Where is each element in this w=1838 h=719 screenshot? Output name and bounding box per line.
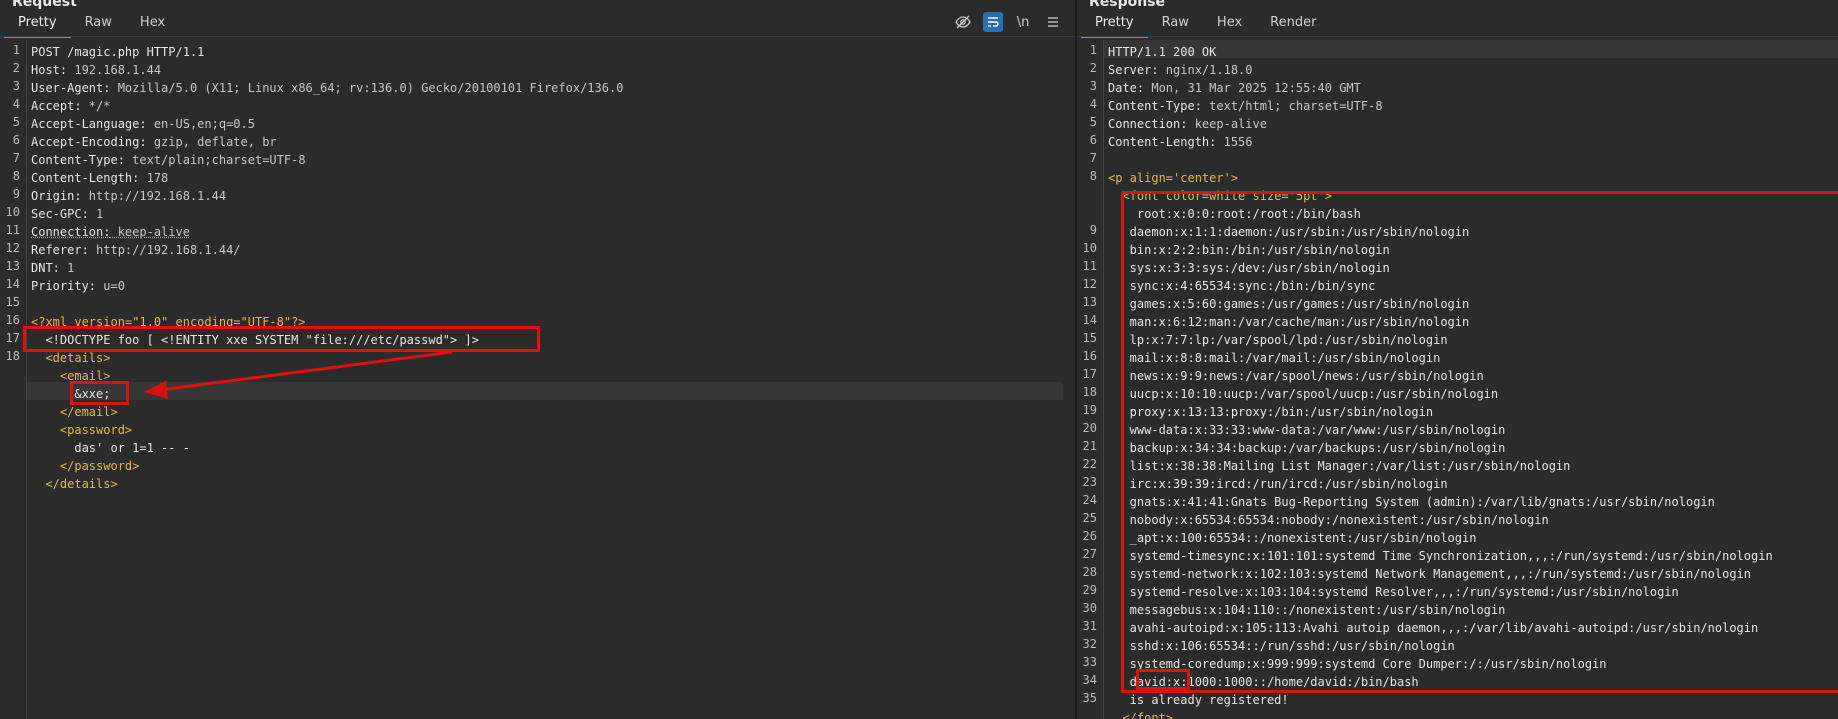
annotation-arrow [144,350,453,399]
line-number: 11 [1082,259,1097,273]
header-name: Content-Length: [1108,135,1217,149]
line-number: 32 [1082,637,1097,651]
code-line: Date: Mon, 31 Mar 2025 12:55:40 GMT [1108,79,1361,97]
line-number: 13 [1082,295,1097,309]
header-name: HTTP/1.1 200 OK [1108,45,1217,59]
code-line: Server: nginx/1.18.0 [1108,61,1253,79]
line-number: 8 [1089,169,1097,183]
header-value: Mon, 31 Mar 2025 12:55:40 GMT [1144,81,1361,95]
line-number: 14 [1082,313,1097,327]
passwd-annotation-box [1121,191,1838,693]
line-number: 15 [1082,331,1097,345]
line-number: 18 [1082,385,1097,399]
code-line: </font> [1108,709,1173,719]
line-number: 25 [1082,511,1097,525]
tab-pretty[interactable]: Pretty [1081,10,1148,38]
code-line: Connection: keep-alive [1108,115,1267,133]
tab-render[interactable]: Render [1256,10,1330,36]
line-number: 3 [1089,79,1097,93]
line-number: 23 [1082,475,1097,489]
line-number: 24 [1082,493,1097,507]
line-number: 30 [1082,601,1097,615]
line-number: 6 [1089,133,1097,147]
response-tabs: Pretty Raw Hex Render [1081,10,1330,38]
line-number: 29 [1082,583,1097,597]
line-number: 26 [1082,529,1097,543]
header-value: keep-alive [1187,117,1267,131]
line-number: 19 [1082,403,1097,417]
header-value: 1556 [1216,135,1253,149]
code-line: Content-Type: text/html; charset=UTF-8 [1108,97,1383,115]
line-number: 21 [1082,439,1097,453]
line-number: 4 [1089,97,1097,111]
response-title: Response [1089,0,1166,10]
tab-hex[interactable]: Hex [1203,10,1256,36]
request-panel: Request Pretty Raw Hex \n 1 POST /magic.p… [0,0,1075,719]
line-number: 22 [1082,457,1097,471]
line-number: 1 [1089,43,1097,57]
code-line: is already registered! [1108,691,1289,709]
xml-text: <p align='center'> [1108,171,1239,185]
code-line: HTTP/1.1 200 OK [1108,43,1216,61]
header-value: text/html; charset=UTF-8 [1201,99,1383,113]
line-number: 9 [1089,223,1097,237]
line-number: 31 [1082,619,1097,633]
line-number: 12 [1082,277,1097,291]
line-number: 34 [1082,673,1097,687]
header-value: nginx/1.18.0 [1158,63,1253,77]
line-number: 28 [1082,565,1097,579]
header-name: Connection: [1108,117,1188,131]
line-number: 20 [1082,421,1097,435]
line-number: 10 [1082,241,1097,255]
code-line: Content-Length: 1556 [1108,133,1253,151]
line-number: 2 [1089,61,1097,75]
response-tabs-divider [1077,36,1838,37]
header-name: Date: [1108,81,1145,95]
line-number: 27 [1082,547,1097,561]
user-annotation-box [1136,669,1190,690]
passwd-entry: is already registered! [1108,693,1289,707]
line-number: 16 [1082,349,1097,363]
header-name: Content-Type: [1108,99,1202,113]
line-number: 5 [1089,115,1097,129]
header-name: Server: [1108,63,1159,77]
response-panel: Response Pretty Raw Hex Render 1 HTTP/1.1… [1077,0,1838,719]
line-number: 35 [1082,691,1097,705]
line-number: 33 [1082,655,1097,669]
line-number: 17 [1082,367,1097,381]
tab-raw[interactable]: Raw [1148,10,1203,36]
xml-text: </font> [1108,711,1174,719]
line-number: 7 [1089,151,1097,165]
code-line: <p align='center'> [1108,169,1238,187]
